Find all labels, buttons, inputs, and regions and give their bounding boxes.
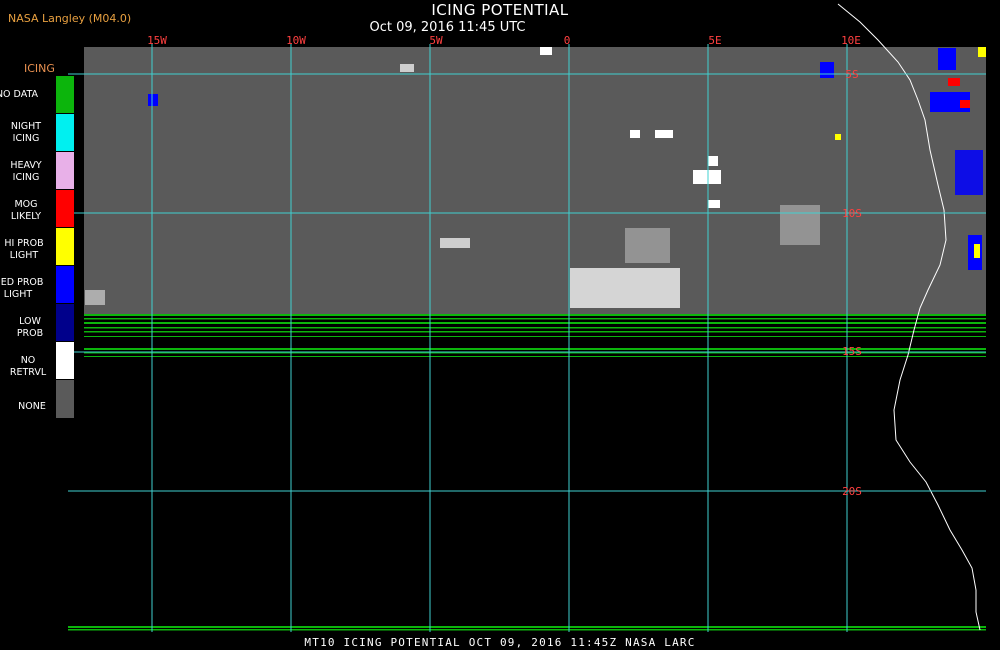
legend-label-no-retrvl: NO RETRVL <box>9 355 47 378</box>
lat-label-5s: 5S <box>845 68 858 81</box>
legend-label-heavy-icing: HEAVY ICING <box>10 160 42 183</box>
timestamp-subtitle: Oct 09, 2016 11:45 UTC <box>369 20 526 35</box>
lon-label-15w: 15W <box>147 34 167 47</box>
legend-heading: ICING <box>24 62 55 75</box>
legend-swatch-no-retrvl <box>56 342 74 380</box>
lon-label-5e: 5E <box>708 34 721 47</box>
lon-label-10w: 10W <box>286 34 306 47</box>
legend-label-mog-likely: MOG LIKELY <box>10 199 42 222</box>
page-title: ICING POTENTIAL <box>431 1 569 19</box>
lon-label-5w: 5W <box>429 34 443 47</box>
legend-swatch-no-data <box>56 76 74 114</box>
footer-caption: MT10 ICING POTENTIAL OCT 09, 2016 11:45Z… <box>304 636 696 649</box>
lat-label-20s: 20S <box>842 485 862 498</box>
legend-swatch-low-prob <box>56 304 74 342</box>
legend-swatch-mog-likely <box>56 190 74 228</box>
no-data-swaths <box>68 314 986 631</box>
none-region <box>84 47 986 314</box>
legend-label-low-prob: LOW PROB <box>16 316 44 339</box>
legend-swatch-heavy-icing <box>56 152 74 190</box>
legend-label-none: NONE <box>18 401 46 412</box>
legend-label-hi-prob-light: HI PROB LIGHT <box>4 238 44 261</box>
lat-label-10s: 10S <box>842 207 862 220</box>
lon-label-10e: 10E <box>841 34 861 47</box>
legend-colorbar: NO DATA NIGHT ICING HEAVY ICING MOG LIKE… <box>0 76 74 418</box>
icing-map: 15W 10W 5W 0 5E 10E 5S 10S 15S 20S <box>68 3 986 632</box>
legend-swatch-med-prob-light <box>56 266 74 304</box>
lon-label-0: 0 <box>564 34 571 47</box>
legend-label-night-icing: NIGHT ICING <box>10 121 42 144</box>
legend-swatch-none <box>56 380 74 418</box>
legend-label-no-data: NO DATA <box>0 89 39 100</box>
legend-label-med-prob-light: MED PROB LIGHT <box>0 277 44 300</box>
legend-swatch-night-icing <box>56 114 74 152</box>
lat-label-15s: 15S <box>842 345 862 358</box>
legend-swatch-hi-prob-light <box>56 228 74 266</box>
